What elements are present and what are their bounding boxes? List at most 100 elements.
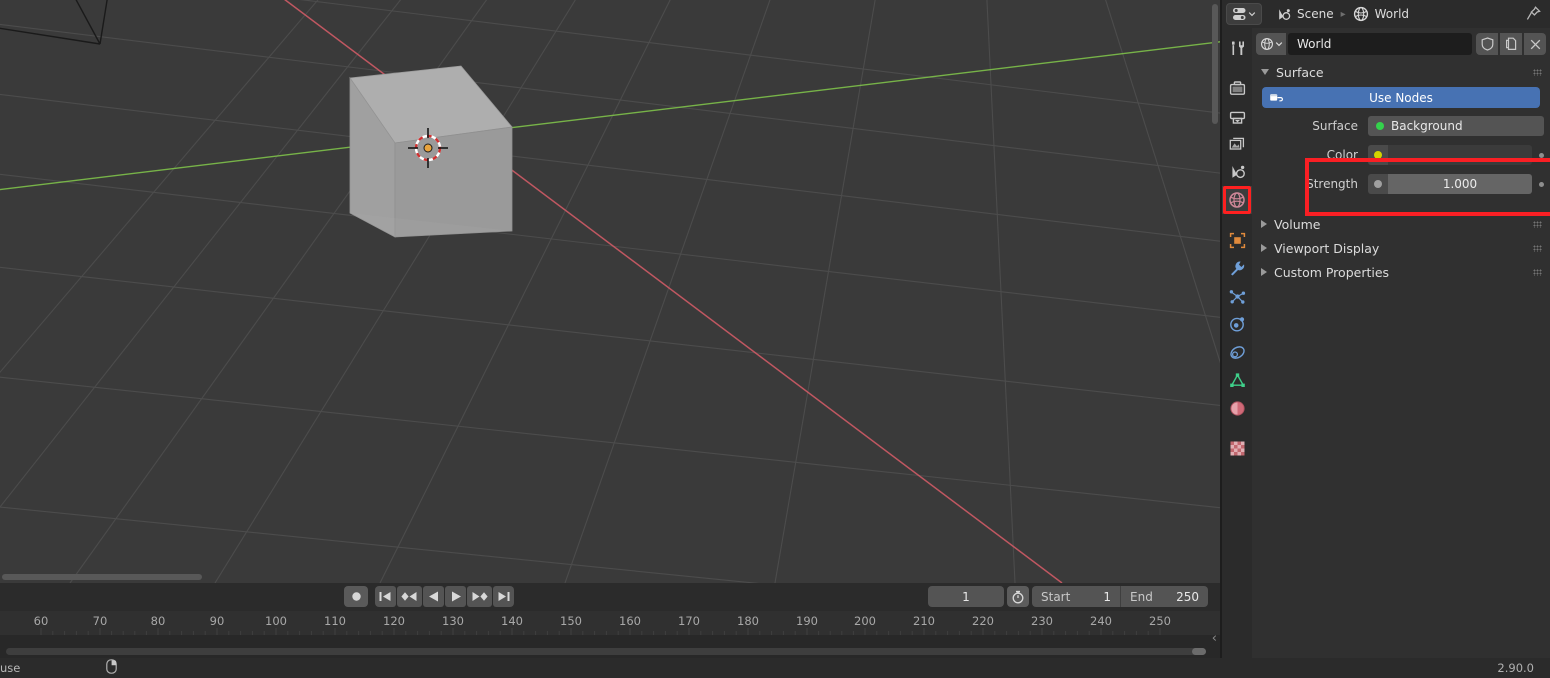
sidebar-item-material[interactable] bbox=[1222, 394, 1252, 422]
breadcrumb-item-world[interactable]: World bbox=[1353, 6, 1409, 22]
play-button[interactable] bbox=[445, 586, 466, 607]
panel-header-volume[interactable]: Volume bbox=[1256, 213, 1546, 235]
world-icon bbox=[1228, 191, 1246, 209]
world-name-field[interactable]: World bbox=[1288, 33, 1472, 55]
strength-row: Strength 1.000 bbox=[1256, 173, 1546, 195]
timeline-editor: 1 Start 1 End 250 bbox=[0, 583, 1220, 658]
strength-value-slider[interactable]: 1.000 bbox=[1388, 174, 1532, 194]
strength-socket-button[interactable] bbox=[1368, 174, 1388, 194]
use-nodes-label: Use Nodes bbox=[1369, 91, 1433, 105]
panel-drag-grip[interactable] bbox=[1533, 221, 1542, 228]
panel-drag-grip[interactable] bbox=[1533, 269, 1542, 276]
sidebar-item-render[interactable] bbox=[1222, 74, 1252, 102]
sidebar-item-tool[interactable] bbox=[1222, 34, 1252, 62]
surface-shader-control[interactable]: Background bbox=[1368, 116, 1544, 136]
timeline-horizontal-scrollbar[interactable] bbox=[6, 648, 1206, 655]
color-field-label: Color bbox=[1256, 148, 1368, 162]
constraint-icon bbox=[1229, 344, 1246, 361]
sidebar-item-particles[interactable] bbox=[1222, 282, 1252, 310]
timeline-collapse-arrow[interactable]: ‹ bbox=[1212, 631, 1217, 646]
3d-viewport[interactable] bbox=[0, 0, 1220, 583]
end-frame-label: End bbox=[1130, 590, 1153, 604]
color-animate-decorator[interactable] bbox=[1539, 153, 1544, 158]
world-id-block: World bbox=[1256, 33, 1546, 55]
sidebar-item-modifiers[interactable] bbox=[1222, 254, 1252, 282]
sidebar-item-world[interactable] bbox=[1222, 186, 1252, 214]
panel-title-surface: Surface bbox=[1276, 65, 1324, 80]
default-cube bbox=[350, 66, 512, 237]
chevron-right-icon bbox=[1261, 244, 1267, 252]
surface-shader-row: Surface Background bbox=[1256, 115, 1546, 137]
close-icon bbox=[1529, 38, 1542, 51]
physics-icon bbox=[1229, 316, 1246, 333]
color-control[interactable] bbox=[1368, 145, 1544, 165]
shader-socket-dot bbox=[1376, 122, 1384, 130]
chevron-down-icon bbox=[1261, 69, 1269, 75]
jump-to-start-button[interactable] bbox=[375, 586, 396, 607]
sidebar-item-view-layer[interactable] bbox=[1222, 130, 1252, 158]
sidebar-item-texture[interactable] bbox=[1222, 434, 1252, 462]
chevron-right-icon bbox=[1261, 268, 1267, 276]
world-browse-icon bbox=[1260, 37, 1274, 51]
tool-icon bbox=[1229, 40, 1246, 57]
viewport-vertical-scrollbar[interactable] bbox=[1212, 4, 1218, 124]
timeline-scrollbar-knob[interactable] bbox=[1192, 648, 1206, 655]
timeline-ruler[interactable]: 6070809010011012013014015016017018019020… bbox=[0, 611, 1220, 635]
start-frame-value: 1 bbox=[1103, 590, 1111, 604]
fake-user-button[interactable] bbox=[1476, 33, 1498, 55]
end-frame-field[interactable]: End 250 bbox=[1120, 586, 1208, 607]
start-frame-field[interactable]: Start 1 bbox=[1032, 586, 1120, 607]
surface-shader-dropdown[interactable]: Background bbox=[1368, 116, 1544, 136]
panel-header-viewport-display[interactable]: Viewport Display bbox=[1256, 237, 1546, 259]
sidebar-item-output[interactable] bbox=[1222, 102, 1252, 130]
panel-drag-grip[interactable] bbox=[1533, 245, 1542, 252]
panel-title-viewport-display: Viewport Display bbox=[1274, 241, 1379, 256]
panel-drag-grip[interactable] bbox=[1533, 69, 1542, 76]
use-nodes-button[interactable]: Use Nodes bbox=[1262, 87, 1540, 108]
play-reverse-icon bbox=[427, 590, 441, 603]
auto-keying-record-button[interactable] bbox=[344, 586, 368, 607]
jump-to-next-keyframe-button[interactable] bbox=[467, 586, 492, 607]
strength-field-label: Strength bbox=[1256, 177, 1368, 191]
shield-icon bbox=[1481, 37, 1494, 51]
color-socket-button[interactable] bbox=[1368, 145, 1388, 165]
viewport-horizontal-scrollbar[interactable] bbox=[2, 574, 202, 580]
prev-keyframe-icon bbox=[400, 590, 419, 603]
tab-gap-1 bbox=[1222, 62, 1252, 74]
sidebar-item-physics[interactable] bbox=[1222, 310, 1252, 338]
panel-header-custom-properties[interactable]: Custom Properties bbox=[1256, 261, 1546, 283]
material-sphere-icon bbox=[1229, 400, 1246, 417]
pin-icon[interactable] bbox=[1525, 5, 1542, 25]
blender-version: 2.90.0 bbox=[1497, 661, 1534, 675]
surface-field-label: Surface bbox=[1256, 119, 1368, 133]
printer-icon bbox=[1229, 108, 1246, 125]
status-hint-text: use bbox=[0, 661, 20, 675]
color-swatch[interactable] bbox=[1388, 145, 1532, 165]
auto-keyframe-toggle[interactable] bbox=[1007, 586, 1029, 607]
strength-animate-decorator[interactable] bbox=[1539, 182, 1544, 187]
jump-to-prev-keyframe-button[interactable] bbox=[397, 586, 422, 607]
current-frame-field[interactable]: 1 bbox=[928, 586, 1004, 607]
sidebar-item-object-data[interactable] bbox=[1222, 366, 1252, 394]
new-world-button[interactable] bbox=[1500, 33, 1522, 55]
properties-editor-icon bbox=[1232, 6, 1247, 22]
panel-header-surface[interactable]: Surface bbox=[1256, 61, 1546, 83]
breadcrumb-item-scene[interactable]: Scene bbox=[1276, 7, 1334, 22]
surface-shader-value: Background bbox=[1391, 119, 1463, 133]
sidebar-item-object-constraints[interactable] bbox=[1222, 338, 1252, 366]
editor-type-selector[interactable] bbox=[1226, 3, 1262, 25]
sidebar-item-scene[interactable] bbox=[1222, 158, 1252, 186]
camera-back-icon bbox=[1229, 80, 1246, 97]
sidebar-item-object[interactable] bbox=[1222, 226, 1252, 254]
checker-texture-icon bbox=[1229, 440, 1246, 457]
scene-icon bbox=[1229, 164, 1246, 181]
play-reverse-button[interactable] bbox=[423, 586, 444, 607]
jump-to-start-icon bbox=[378, 590, 393, 603]
world-browse-button[interactable] bbox=[1256, 33, 1286, 55]
unlink-world-button[interactable] bbox=[1524, 33, 1546, 55]
mouse-icon bbox=[106, 659, 117, 677]
jump-to-end-button[interactable] bbox=[493, 586, 514, 607]
tab-gap-2 bbox=[1222, 214, 1252, 226]
stopwatch-icon bbox=[1011, 590, 1025, 604]
strength-control[interactable]: 1.000 bbox=[1368, 174, 1544, 194]
